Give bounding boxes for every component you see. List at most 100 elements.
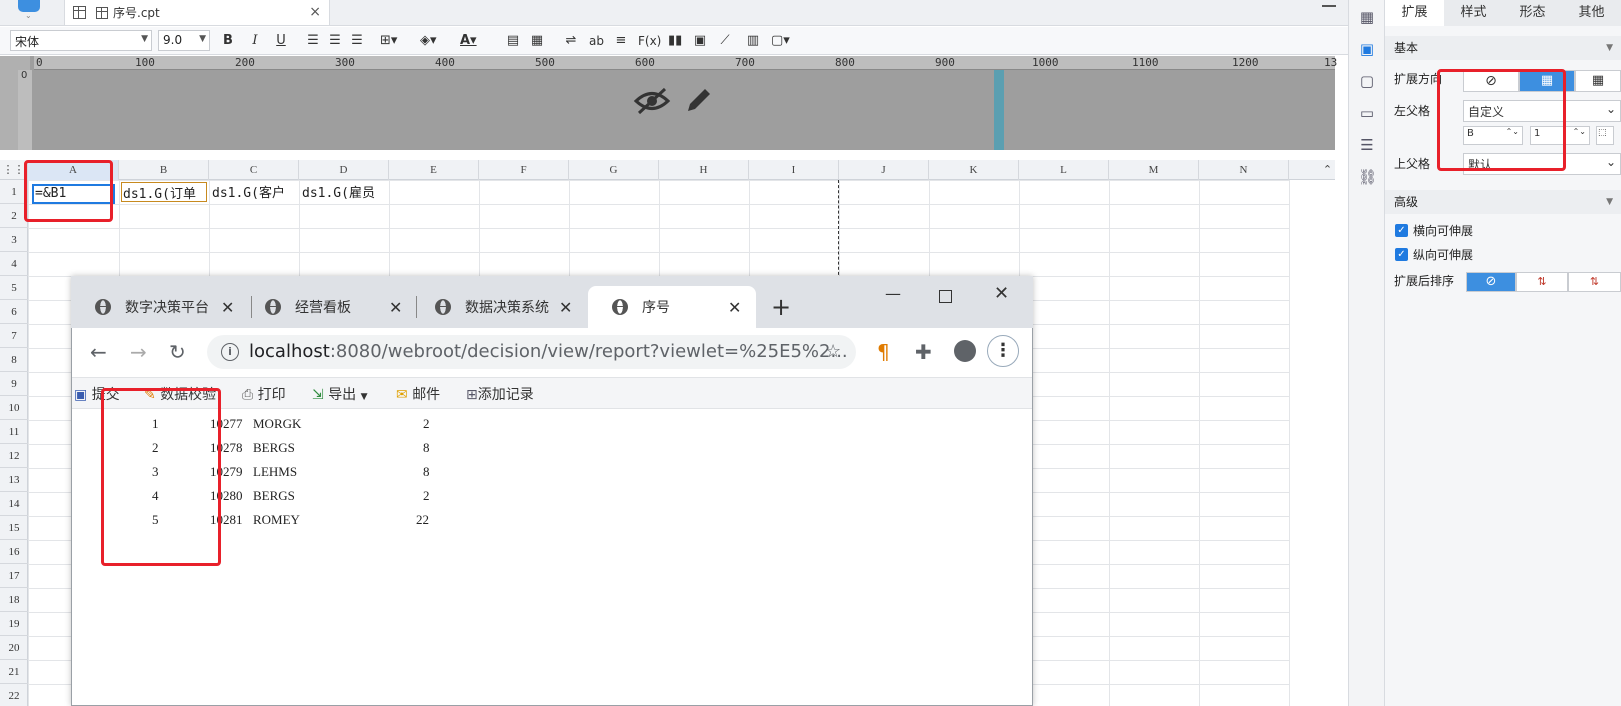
row-header[interactable]: 8 xyxy=(0,348,28,372)
minimize-icon[interactable]: — xyxy=(885,284,901,303)
image-icon[interactable]: ▣ xyxy=(693,31,707,51)
v-extend-checkbox[interactable]: ✓ xyxy=(1395,248,1408,261)
menu-kebab-icon[interactable]: ⋮ xyxy=(987,335,1019,367)
column-header[interactable]: K xyxy=(929,160,1019,180)
column-header[interactable]: J xyxy=(839,160,929,180)
file-tab[interactable]: 序号.cpt × xyxy=(64,0,330,26)
row-header[interactable]: 4 xyxy=(0,252,28,276)
tab-expand[interactable]: 扩展 xyxy=(1385,0,1444,26)
unmerge-cells-icon[interactable]: ▦ xyxy=(530,31,544,51)
forward-icon[interactable]: → xyxy=(130,340,147,364)
close-icon[interactable]: ✕ xyxy=(559,298,572,317)
browser-tab[interactable]: 经营看板 ✕ xyxy=(241,286,411,328)
row-header[interactable]: 9 xyxy=(0,372,28,396)
profile-avatar-icon[interactable] xyxy=(954,340,976,362)
eye-hidden-icon[interactable] xyxy=(633,86,671,116)
font-color-icon[interactable]: A▾ xyxy=(460,31,477,51)
wrap-icon[interactable]: ⇌ xyxy=(564,31,578,51)
close-icon[interactable]: ✕ xyxy=(728,298,741,317)
align-center-icon[interactable]: ☰ xyxy=(328,31,342,51)
cell-attribute-icon[interactable]: ▣ xyxy=(1358,40,1376,58)
section-advanced[interactable]: 高级 ▼ xyxy=(1385,190,1621,214)
edit-pencil-icon[interactable] xyxy=(683,84,715,116)
row-header[interactable]: 6 xyxy=(0,300,28,324)
insert-icon[interactable]: ▢▾ xyxy=(771,31,790,51)
direction-horizontal-button[interactable]: ▦ xyxy=(1575,70,1621,92)
scroll-up-icon[interactable]: ⌃ xyxy=(1320,160,1335,180)
tab-style[interactable]: 样式 xyxy=(1444,0,1503,26)
text-icon[interactable]: ab xyxy=(589,31,604,51)
paragraph-icon[interactable]: ≡ xyxy=(614,31,628,51)
back-icon[interactable]: ← xyxy=(90,340,107,364)
row-header[interactable]: 20 xyxy=(0,636,28,660)
chart-icon[interactable]: ▮▮ xyxy=(668,31,682,51)
frame-icon[interactable]: ▢ xyxy=(1358,72,1376,90)
row-header[interactable]: 15 xyxy=(0,516,28,540)
row-header[interactable]: 12 xyxy=(0,444,28,468)
align-right-icon[interactable]: ☰ xyxy=(350,31,364,51)
column-header[interactable]: M xyxy=(1109,160,1199,180)
print-button[interactable]: ⎙ 打印 xyxy=(242,384,286,404)
row-header[interactable]: 16 xyxy=(0,540,28,564)
column-header[interactable]: G xyxy=(569,160,659,180)
column-header[interactable]: B xyxy=(119,160,209,180)
align-left-icon[interactable]: ☰ xyxy=(306,31,320,51)
cell-b1[interactable]: ds1.G(订单 xyxy=(121,182,207,202)
font-size-select[interactable]: 9.0 ▼ xyxy=(158,30,210,51)
sort-ascending-icon[interactable]: ⇅ xyxy=(1516,272,1568,292)
section-basic[interactable]: 基本 ▼ xyxy=(1385,36,1621,60)
underline-button[interactable]: U xyxy=(274,31,288,51)
column-header[interactable]: I xyxy=(749,160,839,180)
column-header[interactable]: F xyxy=(479,160,569,180)
column-header[interactable]: C xyxy=(209,160,299,180)
export-button[interactable]: ⇲ 导出 ▼ xyxy=(312,384,368,404)
slash-icon[interactable]: ⟋ xyxy=(718,31,732,51)
column-header[interactable]: E xyxy=(389,160,479,180)
row-header[interactable]: 14 xyxy=(0,492,28,516)
row-header[interactable]: 3 xyxy=(0,228,28,252)
page-boundary-marker[interactable] xyxy=(994,70,1004,150)
extensions-icon[interactable]: ✚ xyxy=(915,340,932,364)
formula-icon[interactable]: F(x) xyxy=(638,31,661,51)
link-icon[interactable]: ⛓ xyxy=(1358,168,1377,186)
cell-c1[interactable]: ds1.G(客户 xyxy=(212,182,296,202)
italic-button[interactable]: I xyxy=(248,31,262,51)
column-header[interactable]: L xyxy=(1019,160,1109,180)
bookmark-star-icon[interactable]: ☆ xyxy=(825,341,841,362)
row-header[interactable]: 13 xyxy=(0,468,28,492)
pilcrow-extension-icon[interactable]: ¶ xyxy=(877,340,890,364)
add-record-button[interactable]: ⊞添加记录 xyxy=(466,384,534,404)
close-icon[interactable]: × xyxy=(309,4,321,20)
merge-cells-icon[interactable]: ▤ xyxy=(506,31,520,51)
condition-icon[interactable]: ☰ xyxy=(1358,136,1376,154)
cell-d1[interactable]: ds1.G(雇员 xyxy=(302,182,386,202)
row-header[interactable]: 19 xyxy=(0,612,28,636)
info-icon[interactable]: i xyxy=(221,343,239,361)
close-icon[interactable]: ✕ xyxy=(221,298,234,317)
email-button[interactable]: ✉ 邮件 xyxy=(396,384,440,404)
browser-tab[interactable]: 数字决策平台 ✕ xyxy=(71,286,241,328)
sort-descending-icon[interactable]: ⇅ xyxy=(1568,272,1621,292)
url-field[interactable]: localhost:8080/webroot/decision/view/rep… xyxy=(207,335,856,369)
subreport-icon[interactable]: ▥ xyxy=(746,31,760,51)
new-tab-button[interactable]: + xyxy=(771,286,801,328)
close-window-icon[interactable]: ✕ xyxy=(994,283,1009,304)
column-header[interactable]: D xyxy=(299,160,389,180)
row-header[interactable]: 11 xyxy=(0,420,28,444)
chevron-down-icon[interactable]: ⌄ xyxy=(25,11,32,20)
row-header[interactable]: 21 xyxy=(0,660,28,684)
pick-cell-icon[interactable]: ⬚ xyxy=(1596,126,1614,145)
layout-icon[interactable]: ▦ xyxy=(1358,8,1376,26)
dropdown-menu-icon[interactable] xyxy=(1322,5,1336,17)
tab-other[interactable]: 其他 xyxy=(1562,0,1621,26)
row-header[interactable]: 10 xyxy=(0,396,28,420)
browser-tab[interactable]: 数据决策系统 ✕ xyxy=(411,286,581,328)
column-header[interactable]: N xyxy=(1199,160,1289,180)
sort-none-button[interactable]: ⊘ xyxy=(1466,272,1516,292)
column-header[interactable]: H xyxy=(659,160,749,180)
font-family-select[interactable]: 宋体 ▼ xyxy=(10,30,152,51)
close-icon[interactable]: ✕ xyxy=(389,298,402,317)
row-header[interactable]: 5 xyxy=(0,276,28,300)
row-header[interactable]: 17 xyxy=(0,564,28,588)
row-header[interactable]: 22 xyxy=(0,684,28,706)
